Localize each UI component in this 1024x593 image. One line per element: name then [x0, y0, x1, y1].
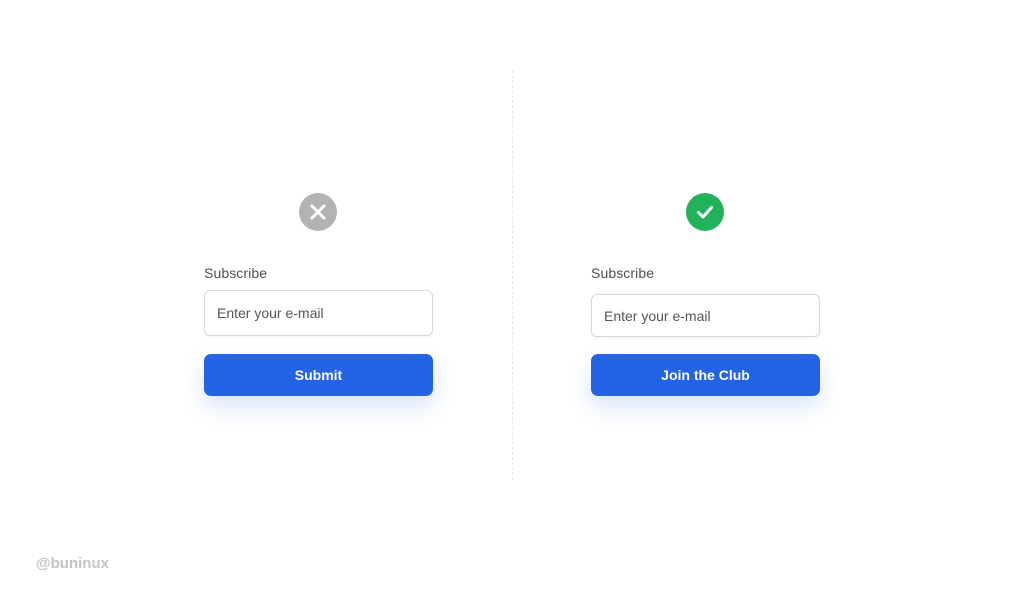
email-input[interactable] — [204, 290, 433, 336]
join-the-club-button[interactable]: Join the Club — [591, 354, 820, 396]
close-icon — [299, 193, 337, 231]
center-divider — [512, 70, 513, 480]
submit-button[interactable]: Submit — [204, 354, 433, 396]
subscribe-label: Subscribe — [204, 265, 268, 281]
check-icon — [686, 193, 724, 231]
email-input[interactable] — [591, 294, 820, 337]
author-watermark: @buninux — [36, 555, 109, 572]
subscribe-label: Subscribe — [591, 265, 655, 281]
